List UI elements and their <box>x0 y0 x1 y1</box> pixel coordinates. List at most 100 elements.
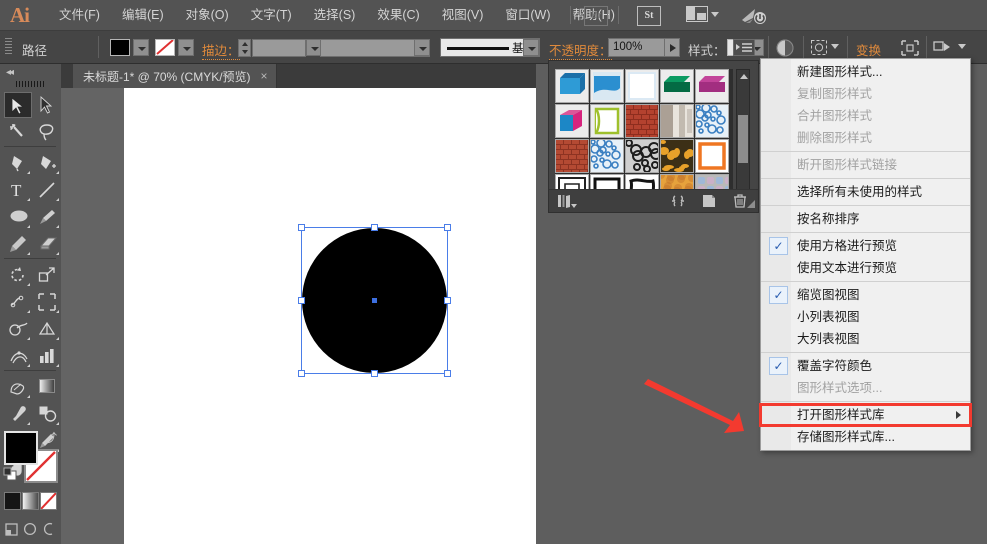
blue-wave-style[interactable] <box>590 69 624 103</box>
cube-3d-style[interactable] <box>555 104 589 138</box>
line-segment-tool[interactable] <box>33 177 61 203</box>
new-style-icon[interactable] <box>701 193 717 212</box>
shape-builder-tool[interactable] <box>4 316 32 342</box>
menu-item-7[interactable]: 窗口(W) <box>494 0 561 30</box>
fill-color-box[interactable] <box>4 431 38 465</box>
brick-red-style[interactable] <box>625 104 659 138</box>
artboard[interactable] <box>124 88 536 544</box>
type-tool[interactable]: T <box>4 177 32 203</box>
collapse-tools-icon[interactable]: ◂◂ <box>6 67 14 78</box>
direct-selection-tool[interactable] <box>33 92 61 118</box>
black-cloud-style[interactable] <box>625 139 659 173</box>
control-bar-grip[interactable] <box>5 38 12 56</box>
orange-splatter-style[interactable] <box>660 139 694 173</box>
column-graph-tool[interactable] <box>33 343 61 369</box>
menu-item-新建图形样式...[interactable]: 新建图形样式... <box>761 61 970 83</box>
menu-item-缩览图视图[interactable]: ✓ 缩览图视图 <box>761 284 970 306</box>
cc-libraries-icon[interactable] <box>740 6 768 26</box>
menu-item-6[interactable]: 视图(V) <box>431 0 495 30</box>
gray-smudge-style[interactable] <box>660 104 694 138</box>
eraser-tool[interactable] <box>33 231 61 257</box>
scrollbar-thumb[interactable] <box>738 115 748 163</box>
perspective-grid-tool[interactable] <box>33 316 61 342</box>
document-tab[interactable]: 未标题-1* @ 70% (CMYK/预览) × <box>73 64 277 88</box>
styles-library-icon[interactable] <box>557 193 579 212</box>
stroke-dropdown-button[interactable] <box>178 39 194 56</box>
canvas-area[interactable] <box>61 88 536 544</box>
fill-color-swatch[interactable] <box>110 39 130 56</box>
stroke-weight-stepper[interactable] <box>238 39 251 57</box>
panel-menu-icon[interactable] <box>733 39 755 56</box>
opacity-popup-button[interactable] <box>664 38 680 57</box>
orange-frame-style[interactable] <box>695 139 729 173</box>
blue-scribble-style[interactable] <box>695 104 729 138</box>
styles-thumbnail-grid[interactable] <box>555 69 733 205</box>
eyedropper-tool[interactable] <box>4 401 32 427</box>
pencil-tool[interactable] <box>4 231 32 257</box>
drawing-mode-inside-icon[interactable] <box>40 520 57 540</box>
opacity-field[interactable]: 100% <box>608 38 670 57</box>
resize-grip-icon[interactable] <box>745 198 757 213</box>
magenta-bevel-style[interactable] <box>695 69 729 103</box>
free-transform-tool[interactable] <box>33 289 61 315</box>
mesh-tool[interactable] <box>4 343 32 369</box>
stroke-profile-dropdown[interactable] <box>414 39 430 56</box>
menu-item-打开图形样式库[interactable]: 打开图形样式库 <box>759 403 972 427</box>
none-mode-button[interactable] <box>40 492 57 510</box>
menu-item-选择所有未使用的样式[interactable]: 选择所有未使用的样式 <box>761 181 970 203</box>
blue-box-style[interactable] <box>555 69 589 103</box>
green-bevel-style[interactable] <box>660 69 694 103</box>
brush-definition-dropdown[interactable] <box>523 39 539 56</box>
lasso-tool[interactable] <box>33 119 61 145</box>
color-mode-button[interactable] <box>4 492 21 510</box>
menu-item-按名称排序[interactable]: 按名称排序 <box>761 208 970 230</box>
fill-dropdown-button[interactable] <box>133 39 149 56</box>
pen-tool[interactable] <box>4 150 32 176</box>
menu-item-存储图形样式库...[interactable]: 存储图形样式库... <box>761 426 970 448</box>
break-link-icon[interactable] <box>670 193 686 212</box>
brick-red-2-style[interactable] <box>555 139 589 173</box>
gradient-tool[interactable] <box>33 374 61 400</box>
document-setup-icon[interactable] <box>933 40 953 59</box>
scroll-up-icon[interactable] <box>740 74 748 79</box>
menu-item-0[interactable]: 文件(F) <box>48 0 111 30</box>
bridge-icon[interactable]: Br <box>584 6 608 26</box>
menu-item-大列表视图[interactable]: 大列表视图 <box>761 328 970 350</box>
stroke-weight-field[interactable] <box>252 39 306 57</box>
width-tool[interactable] <box>4 289 32 315</box>
scale-tool[interactable] <box>33 262 61 288</box>
magic-wand-tool[interactable] <box>4 119 32 145</box>
workspace-switcher-icon[interactable] <box>686 6 719 24</box>
menu-item-覆盖字符颜色[interactable]: ✓ 覆盖字符颜色 <box>761 355 970 377</box>
align-icon[interactable] <box>900 39 920 60</box>
stock-icon[interactable]: St <box>637 6 661 26</box>
menu-item-5[interactable]: 效果(C) <box>366 0 430 30</box>
stroke-color-swatch[interactable] <box>155 39 175 56</box>
light-box-style[interactable] <box>625 69 659 103</box>
styles-scrollbar[interactable] <box>736 69 750 205</box>
blend-tool[interactable] <box>33 401 61 427</box>
drawing-mode-normal-icon[interactable] <box>4 520 21 540</box>
isolate-selection-icon[interactable] <box>810 39 828 59</box>
menu-item-2[interactable]: 对象(O) <box>175 0 240 30</box>
rotate-tool[interactable] <box>4 262 32 288</box>
add-anchor-point-tool[interactable] <box>33 150 61 176</box>
drawing-mode-behind-icon[interactable] <box>22 520 39 540</box>
symbol-sprayer-tool[interactable] <box>4 374 32 400</box>
transform-link[interactable]: 变换 <box>856 40 882 60</box>
close-icon[interactable]: × <box>261 69 268 83</box>
menu-item-使用文本进行预览[interactable]: 使用文本进行预览 <box>761 257 970 279</box>
menu-item-3[interactable]: 文字(T) <box>240 0 303 30</box>
green-outline-style[interactable] <box>590 104 624 138</box>
tools-panel-grip[interactable] <box>16 81 46 87</box>
paintbrush-tool[interactable] <box>33 204 61 230</box>
menu-item-使用方格进行预览[interactable]: ✓ 使用方格进行预览 <box>761 235 970 257</box>
menu-item-4[interactable]: 选择(S) <box>303 0 367 30</box>
gradient-mode-button[interactable] <box>22 492 39 510</box>
swap-fill-stroke-icon[interactable]: ⤴ <box>45 429 57 446</box>
default-fill-stroke-icon[interactable] <box>3 467 17 481</box>
ellipse-tool[interactable] <box>4 204 32 230</box>
blue-scribble-2-style[interactable] <box>590 139 624 173</box>
selection-tool[interactable] <box>4 92 32 118</box>
menu-item-小列表视图[interactable]: 小列表视图 <box>761 306 970 328</box>
